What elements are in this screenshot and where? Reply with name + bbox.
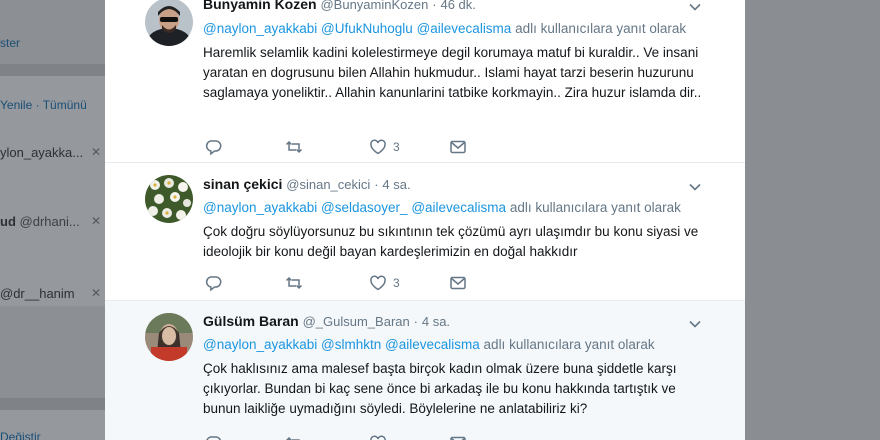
mention-link[interactable]: @ailevecalisma: [411, 200, 506, 215]
sidebar-divider: [0, 398, 105, 410]
like-button[interactable]: [369, 434, 393, 440]
suggestion-item-2[interactable]: ud @drhani...: [0, 214, 80, 229]
sidebar-ster-link[interactable]: ster: [0, 36, 20, 50]
reply-button[interactable]: [205, 138, 223, 156]
user-name[interactable]: sinan çekici: [203, 176, 282, 192]
retweet-button[interactable]: [285, 274, 303, 292]
dm-icon: [450, 276, 466, 290]
tweet-text: Çok haklısınız ama malesef başta birçok …: [203, 361, 677, 416]
retweet-button[interactable]: [285, 138, 303, 156]
tweet-actions: [203, 434, 503, 440]
tweet-header: Gülsüm Baran @_Gulsum_Baran · 4 sa.: [203, 313, 450, 329]
chevron-down-icon[interactable]: [688, 0, 702, 14]
mention-link[interactable]: @ailevecalisma: [385, 337, 480, 352]
view-all-link[interactable]: Tümünü: [43, 98, 87, 112]
avatar[interactable]: [145, 175, 193, 223]
reply-suffix: adlı kullanıcılara yanıt olarak: [509, 200, 681, 215]
dm-icon: [450, 140, 466, 154]
like-icon: [370, 435, 386, 440]
tweet-item[interactable]: Bunyamin Kozen @BunyaminKozen · 46 dk. @…: [105, 0, 745, 163]
chevron-down-icon[interactable]: [688, 317, 702, 331]
tweet-time[interactable]: 46 dk.: [440, 0, 475, 12]
like-button[interactable]: 3: [369, 138, 400, 156]
mention-link[interactable]: @naylon_ayakkabi: [203, 200, 317, 215]
like-button[interactable]: 3: [369, 274, 400, 292]
tweet-actions: 3: [203, 274, 503, 294]
user-name[interactable]: Bunyamin Kozen: [203, 0, 317, 12]
user-handle[interactable]: @BunyaminKozen: [320, 0, 428, 12]
reply-button[interactable]: [205, 274, 223, 292]
modal-overlay-right[interactable]: [745, 0, 880, 440]
mention-link[interactable]: @slmhktn: [321, 337, 381, 352]
mention-link[interactable]: @UfukNuhoglu: [321, 21, 413, 36]
tweet-conversation-modal: Bunyamin Kozen @BunyaminKozen · 46 dk. @…: [105, 0, 745, 440]
mention-link[interactable]: @naylon_ayakkabi: [203, 337, 317, 352]
tweet-header: Bunyamin Kozen @BunyaminKozen · 46 dk.: [203, 0, 476, 12]
sidebar-divider: [0, 64, 105, 76]
refresh-link[interactable]: Yenile: [0, 98, 32, 112]
chevron-down-icon[interactable]: [688, 180, 702, 194]
like-icon: [370, 139, 386, 155]
suggestion-item-3[interactable]: @dr__hanim: [0, 286, 75, 301]
close-icon[interactable]: ✕: [91, 286, 101, 300]
left-sidebar: ster Yenile · Tümünü ylon_ayakka... ✕ ud…: [0, 0, 105, 440]
reply-suffix: adlı kullanıcılara yanıt olarak: [483, 337, 655, 352]
reply-suffix: adlı kullanıcılara yanıt olarak: [515, 21, 687, 36]
mention-link[interactable]: @naylon_ayakkabi: [203, 21, 317, 36]
like-count: 3: [393, 140, 400, 154]
suggestion-item-2-name: ud: [0, 214, 16, 229]
tweet-time[interactable]: 4 sa.: [422, 314, 450, 329]
reply-context: @naylon_ayakkabi @UfukNuhoglu @ailevecal…: [203, 21, 686, 36]
suggestion-item-2-handle: @drhani...: [19, 214, 80, 229]
change-link[interactable]: Değiştir: [0, 430, 41, 440]
avatar[interactable]: [145, 313, 193, 361]
tweet-time[interactable]: 4 sa.: [382, 177, 410, 192]
tweet-text: Çok doğru söylüyorsunuz bu sıkıntının te…: [203, 224, 699, 259]
refresh-separator: ·: [32, 98, 43, 112]
refresh-row: Yenile · Tümünü: [0, 98, 87, 112]
retweet-icon: [285, 140, 303, 154]
user-handle[interactable]: @_Gulsum_Baran: [303, 314, 410, 329]
avatar[interactable]: [145, 0, 193, 46]
reply-icon: [205, 140, 222, 156]
reply-context: @naylon_ayakkabi @slmhktn @ailevecalisma…: [203, 337, 655, 352]
dm-icon: [450, 436, 466, 440]
user-name[interactable]: Gülsüm Baran: [203, 313, 299, 329]
suggestion-item-1[interactable]: ylon_ayakka...: [0, 145, 83, 160]
retweet-icon: [285, 436, 300, 440]
retweet-icon: [285, 276, 303, 290]
dm-button[interactable]: [449, 434, 467, 440]
tweet-item[interactable]: sinan çekici @sinan_cekici · 4 sa. @nayl…: [105, 163, 745, 301]
user-handle[interactable]: @sinan_cekici: [286, 177, 370, 192]
like-count: 3: [393, 276, 400, 290]
mention-link[interactable]: @seldasoyer_: [321, 200, 408, 215]
reply-context: @naylon_ayakkabi @seldasoyer_ @ailevecal…: [203, 200, 681, 215]
dm-button[interactable]: [449, 138, 467, 156]
like-icon: [370, 275, 386, 291]
tweet-text: Haremlik selamlik kadini kolelestirmeye …: [203, 45, 702, 100]
close-icon[interactable]: ✕: [91, 145, 101, 159]
tweet-actions: 3: [203, 138, 503, 158]
reply-icon: [205, 276, 222, 292]
tweet-header: sinan çekici @sinan_cekici · 4 sa.: [203, 176, 411, 192]
separator-dot: ·: [374, 177, 379, 192]
reply-icon: [206, 436, 222, 440]
close-icon[interactable]: ✕: [91, 214, 101, 228]
retweet-button[interactable]: [285, 434, 303, 440]
dm-button[interactable]: [449, 274, 467, 292]
reply-button[interactable]: [205, 434, 223, 440]
separator-dot: ·: [432, 0, 437, 12]
separator-dot: ·: [413, 314, 418, 329]
tweet-item[interactable]: Gülsüm Baran @_Gulsum_Baran · 4 sa. @nay…: [105, 301, 745, 440]
mention-link[interactable]: @ailevecalisma: [417, 21, 512, 36]
